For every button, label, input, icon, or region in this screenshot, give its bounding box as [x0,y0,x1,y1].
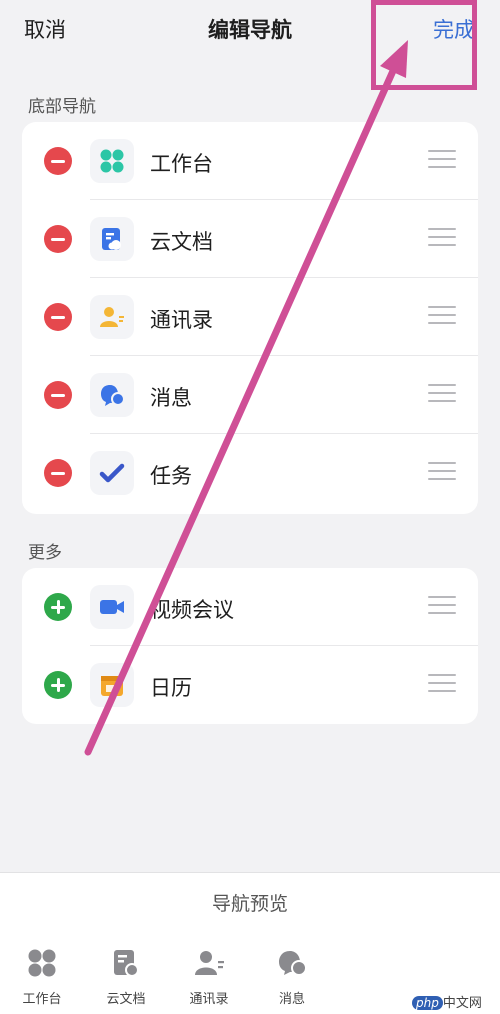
edit-navigation-screen: 取消 编辑导航 完成 底部导航 工作台 云文档 通讯录 消息 任务 更多 视频会… [0,0,500,1014]
annotation-arrow-icon [84,40,408,756]
